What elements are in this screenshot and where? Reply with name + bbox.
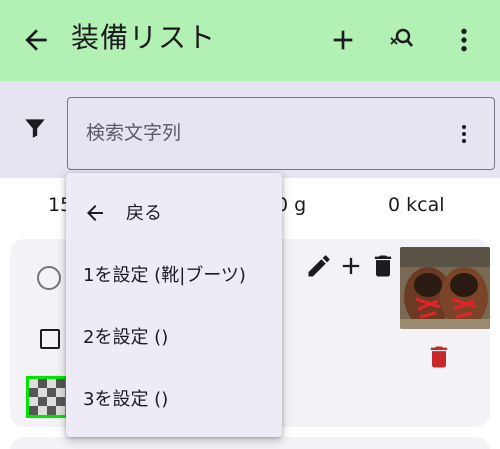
search-clear-icon[interactable] — [385, 24, 417, 56]
menu-item-back[interactable]: 戻る — [66, 181, 282, 243]
checkbox[interactable] — [40, 329, 60, 349]
menu-item-set-3[interactable]: 3を設定 () — [66, 367, 282, 429]
summary-calories: 0 kcal — [388, 194, 445, 216]
back-arrow-icon[interactable] — [20, 24, 52, 56]
search-input[interactable] — [86, 116, 426, 150]
menu-item-set-1[interactable]: 1を設定 (靴|ブーツ) — [66, 243, 282, 305]
add-icon[interactable] — [327, 24, 359, 56]
selected-thumbnail[interactable] — [26, 376, 68, 418]
delete-icon[interactable] — [369, 252, 397, 280]
radio-button[interactable] — [37, 266, 61, 290]
app-bar: 装備リスト — [0, 0, 500, 81]
menu-item-label: 1を設定 (靴|ブーツ) — [83, 265, 246, 286]
page-title: 装備リスト — [71, 21, 217, 54]
menu-item-label: 戻る — [126, 203, 162, 224]
delete-photo-icon[interactable] — [425, 343, 453, 371]
menu-item-label: 3を設定 () — [83, 389, 169, 410]
search-field[interactable] — [67, 97, 495, 170]
dropdown-menu: 戻る 1を設定 (靴|ブーツ) 2を設定 () 3を設定 () — [66, 173, 282, 437]
menu-item-label: 2を設定 () — [83, 327, 169, 348]
equipment-card-next — [10, 437, 490, 449]
search-more-vert-icon[interactable] — [452, 122, 476, 146]
edit-icon[interactable] — [305, 252, 333, 280]
back-arrow-icon — [83, 201, 107, 225]
menu-item-set-2[interactable]: 2を設定 () — [66, 305, 282, 367]
filter-bar — [0, 81, 500, 178]
filter-icon[interactable] — [22, 115, 48, 141]
boots-photo[interactable] — [400, 247, 490, 329]
add-icon[interactable] — [337, 252, 365, 280]
more-vert-icon[interactable] — [448, 24, 480, 56]
